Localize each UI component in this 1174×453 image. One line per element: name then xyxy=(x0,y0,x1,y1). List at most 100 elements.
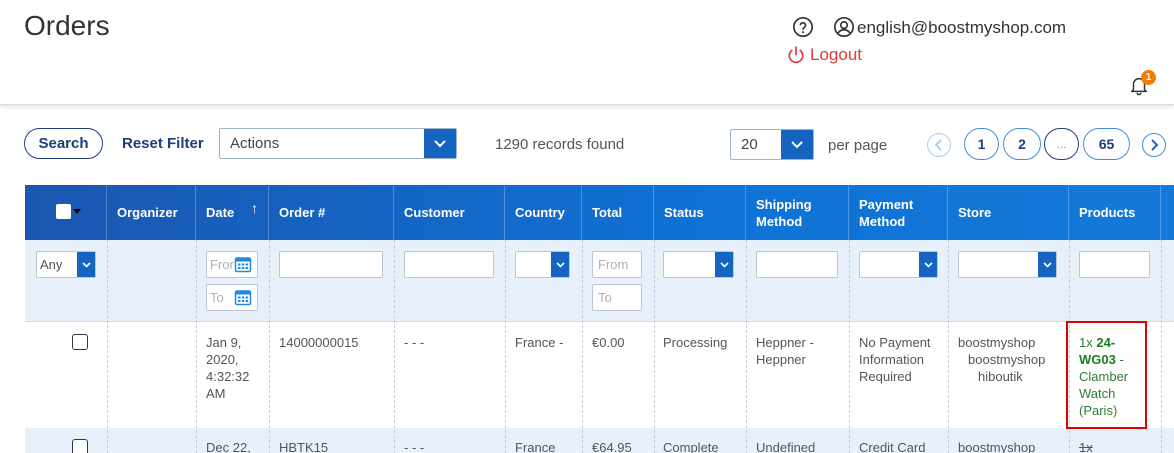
page-button-1[interactable]: 1 xyxy=(964,128,999,160)
column-customer[interactable]: Customer xyxy=(394,185,505,240)
power-icon xyxy=(788,46,804,64)
page-button-2[interactable]: 2 xyxy=(1003,128,1041,160)
row-checkbox[interactable] xyxy=(72,439,88,453)
column-divider xyxy=(582,240,583,453)
store-filter-select[interactable] xyxy=(958,251,1057,278)
reset-filter-button[interactable]: Reset Filter xyxy=(122,135,204,152)
organizer-any-select[interactable]: Any xyxy=(36,251,96,278)
status-filter-select[interactable] xyxy=(663,251,734,278)
chevron-down-icon xyxy=(551,252,569,277)
row-country: France - xyxy=(515,335,564,350)
next-page-button[interactable] xyxy=(1142,133,1166,157)
row-store-1: boostmyshop xyxy=(958,335,1036,350)
row-store-1: boostmyshop xyxy=(958,440,1036,453)
column-divider xyxy=(1161,240,1162,453)
caret-down-icon[interactable] xyxy=(73,209,81,214)
search-button[interactable]: Search xyxy=(24,128,103,159)
row-checkbox[interactable] xyxy=(72,334,88,350)
sort-ascending-icon: ↑ xyxy=(251,200,258,216)
per-page-label: per page xyxy=(828,137,888,154)
orders-grid: Organizer Date ↑ Order # Customer Countr… xyxy=(25,185,1174,453)
country-filter-select[interactable] xyxy=(515,251,570,278)
chevron-left-icon xyxy=(934,139,942,151)
shipping-method-filter[interactable] xyxy=(756,251,838,278)
chevron-down-icon xyxy=(424,129,456,158)
page-size-select[interactable]: 20 xyxy=(730,129,814,160)
chevron-right-icon xyxy=(1151,139,1159,151)
chevron-down-icon xyxy=(715,252,733,277)
notification-badge: 1 xyxy=(1141,70,1156,85)
row-products: 1x xyxy=(1079,440,1093,453)
row-products[interactable]: 1x 24-WG03 - Clamber Watch (Paris) xyxy=(1079,334,1143,419)
logout-link[interactable]: Logout xyxy=(786,45,862,65)
chevron-down-icon xyxy=(919,252,937,277)
page-ellipsis[interactable]: ... xyxy=(1044,128,1079,160)
customer-filter[interactable] xyxy=(404,251,494,278)
help-icon[interactable] xyxy=(792,16,814,38)
date-to-placeholder: To xyxy=(210,290,224,305)
column-store[interactable]: Store xyxy=(948,185,1069,240)
actions-select[interactable]: Actions xyxy=(219,128,457,159)
chevron-down-icon xyxy=(781,130,813,159)
column-country[interactable]: Country xyxy=(505,185,582,240)
total-to-input[interactable]: To xyxy=(592,284,642,311)
column-divider xyxy=(654,240,655,453)
organizer-any-value: Any xyxy=(40,257,63,272)
column-divider xyxy=(107,240,108,453)
row-total: €64.95 xyxy=(592,440,632,453)
total-from-placeholder: From xyxy=(598,257,629,272)
actions-select-value: Actions xyxy=(230,135,280,152)
total-from-input[interactable]: From xyxy=(592,251,642,278)
select-all-checkbox[interactable] xyxy=(56,204,71,219)
column-divider xyxy=(269,240,270,453)
column-order-number[interactable]: Order # xyxy=(269,185,394,240)
column-date[interactable]: Date xyxy=(196,185,269,240)
row-date: Dec 22, xyxy=(206,440,251,453)
date-from-input[interactable]: From xyxy=(206,251,258,278)
total-to-placeholder: To xyxy=(598,290,612,305)
row-order-number[interactable]: HBTK15 xyxy=(279,439,328,453)
column-total[interactable]: Total xyxy=(582,185,654,240)
top-header: Orders english@boostmyshop.com Logout 1 xyxy=(0,0,1174,105)
column-divider xyxy=(505,240,506,453)
column-organizer[interactable]: Organizer xyxy=(107,185,196,240)
logout-label: Logout xyxy=(810,45,862,64)
date-to-input[interactable]: To xyxy=(206,284,258,311)
column-divider xyxy=(849,240,850,453)
row-payment-method: No Payment Information Required xyxy=(859,335,931,384)
column-divider xyxy=(948,240,949,453)
column-payment-method[interactable]: Payment Method xyxy=(849,185,948,240)
row-payment-method: Credit Card xyxy=(859,440,926,453)
column-status[interactable]: Status xyxy=(654,185,746,240)
user-icon[interactable] xyxy=(833,16,855,38)
page-size-value: 20 xyxy=(741,136,758,153)
records-count: 1290 records found xyxy=(495,136,625,153)
page-button-65[interactable]: 65 xyxy=(1083,128,1130,160)
calendar-icon[interactable] xyxy=(234,255,252,273)
product-qty: 1x xyxy=(1079,335,1093,350)
grid-header: Organizer Date ↑ Order # Customer Countr… xyxy=(25,185,1174,240)
column-products[interactable]: Products xyxy=(1069,185,1161,240)
row-date: Jan 9, 2020, 4:32:32 AM xyxy=(206,335,250,401)
products-filter[interactable] xyxy=(1079,251,1150,278)
payment-method-filter-select[interactable] xyxy=(859,251,938,278)
user-email[interactable]: english@boostmyshop.com xyxy=(857,18,1066,38)
column-divider xyxy=(196,240,197,453)
page-title: Orders xyxy=(24,10,110,41)
prev-page-button[interactable] xyxy=(927,133,951,157)
row-order-number[interactable]: 14000000015 xyxy=(279,334,389,351)
row-country: France xyxy=(515,440,556,453)
row-customer: - - - xyxy=(404,335,425,350)
row-shipping-method: Heppner - Heppner xyxy=(756,335,814,367)
row-total: €0.00 xyxy=(592,335,625,350)
column-divider xyxy=(746,240,747,453)
row-store-2: boostmyshop xyxy=(968,352,1046,367)
calendar-icon[interactable] xyxy=(234,288,252,306)
row-shipping-method: Undefined xyxy=(756,440,816,453)
row-customer: - - - xyxy=(404,440,425,453)
row-status: Processing xyxy=(663,335,728,350)
order-number-filter[interactable] xyxy=(279,251,383,278)
column-shipping-method[interactable]: Shipping Method xyxy=(746,185,849,240)
row-status: Complete xyxy=(663,440,719,453)
column-divider xyxy=(394,240,395,453)
